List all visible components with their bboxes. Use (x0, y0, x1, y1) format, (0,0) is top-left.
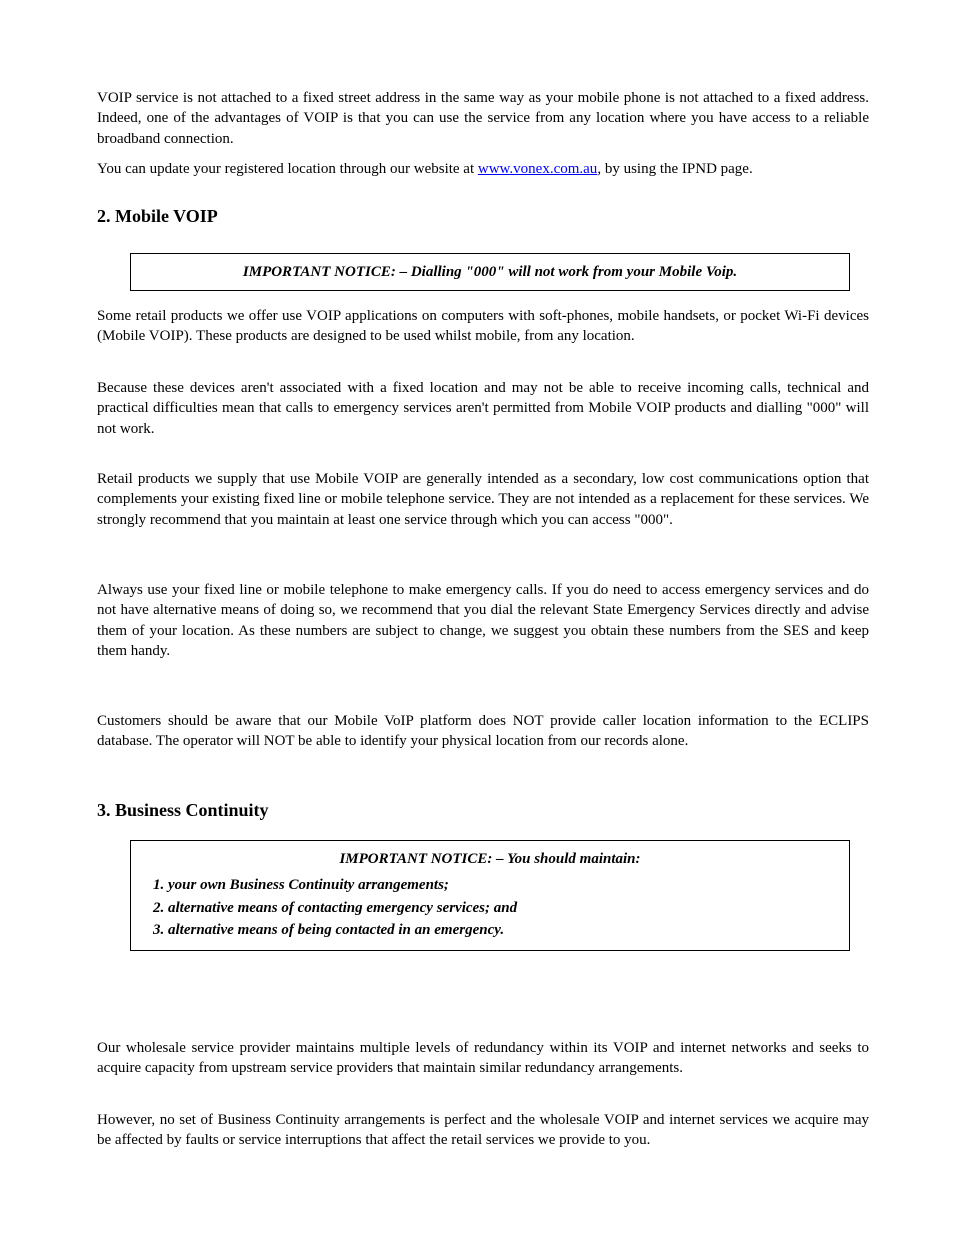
callout-heading-maintain: IMPORTANT NOTICE: – You should maintain: (140, 849, 840, 869)
text-before-link: You can update your registered location … (97, 161, 478, 177)
paragraph-secondary-option: Retail products we supply that use Mobil… (97, 469, 869, 530)
heading-business-continuity: 3. Business Continuity (97, 800, 869, 821)
paragraph-update-location: You can update your registered location … (97, 159, 869, 179)
callout-box-000-not-work: IMPORTANT NOTICE: – Dialling "000" will … (130, 253, 850, 291)
paragraph-redundancy: Our wholesale service provider maintains… (97, 1038, 869, 1079)
callout-text-000-not-work: IMPORTANT NOTICE: – Dialling "000" will … (243, 264, 737, 280)
document-page: VOIP service is not attached to a fixed … (0, 0, 954, 1235)
paragraph-no-perfect-bc: However, no set of Business Continuity a… (97, 1110, 869, 1151)
callout-item-3: alternative means of being contacted in … (168, 920, 840, 940)
paragraph-mobile-voip-products: Some retail products we offer use VOIP a… (97, 306, 869, 347)
paragraph-use-fixed-line: Always use your fixed line or mobile tel… (97, 580, 869, 661)
callout-item-1: your own Business Continuity arrangement… (168, 875, 840, 895)
callout-list: your own Business Continuity arrangement… (140, 875, 840, 940)
callout-box-business-continuity: IMPORTANT NOTICE: – You should maintain:… (130, 840, 850, 951)
callout-item-2: alternative means of contacting emergenc… (168, 898, 840, 918)
heading-mobile-voip: 2. Mobile VOIP (97, 206, 869, 227)
text-after-link: , by using the IPND page. (597, 161, 752, 177)
link-vonex-website[interactable]: www.vonex.com.au (478, 161, 597, 177)
paragraph-voip-not-fixed: VOIP service is not attached to a fixed … (97, 88, 869, 149)
paragraph-no-eclips: Customers should be aware that our Mobil… (97, 711, 869, 752)
paragraph-000-not-permitted: Because these devices aren't associated … (97, 378, 869, 439)
